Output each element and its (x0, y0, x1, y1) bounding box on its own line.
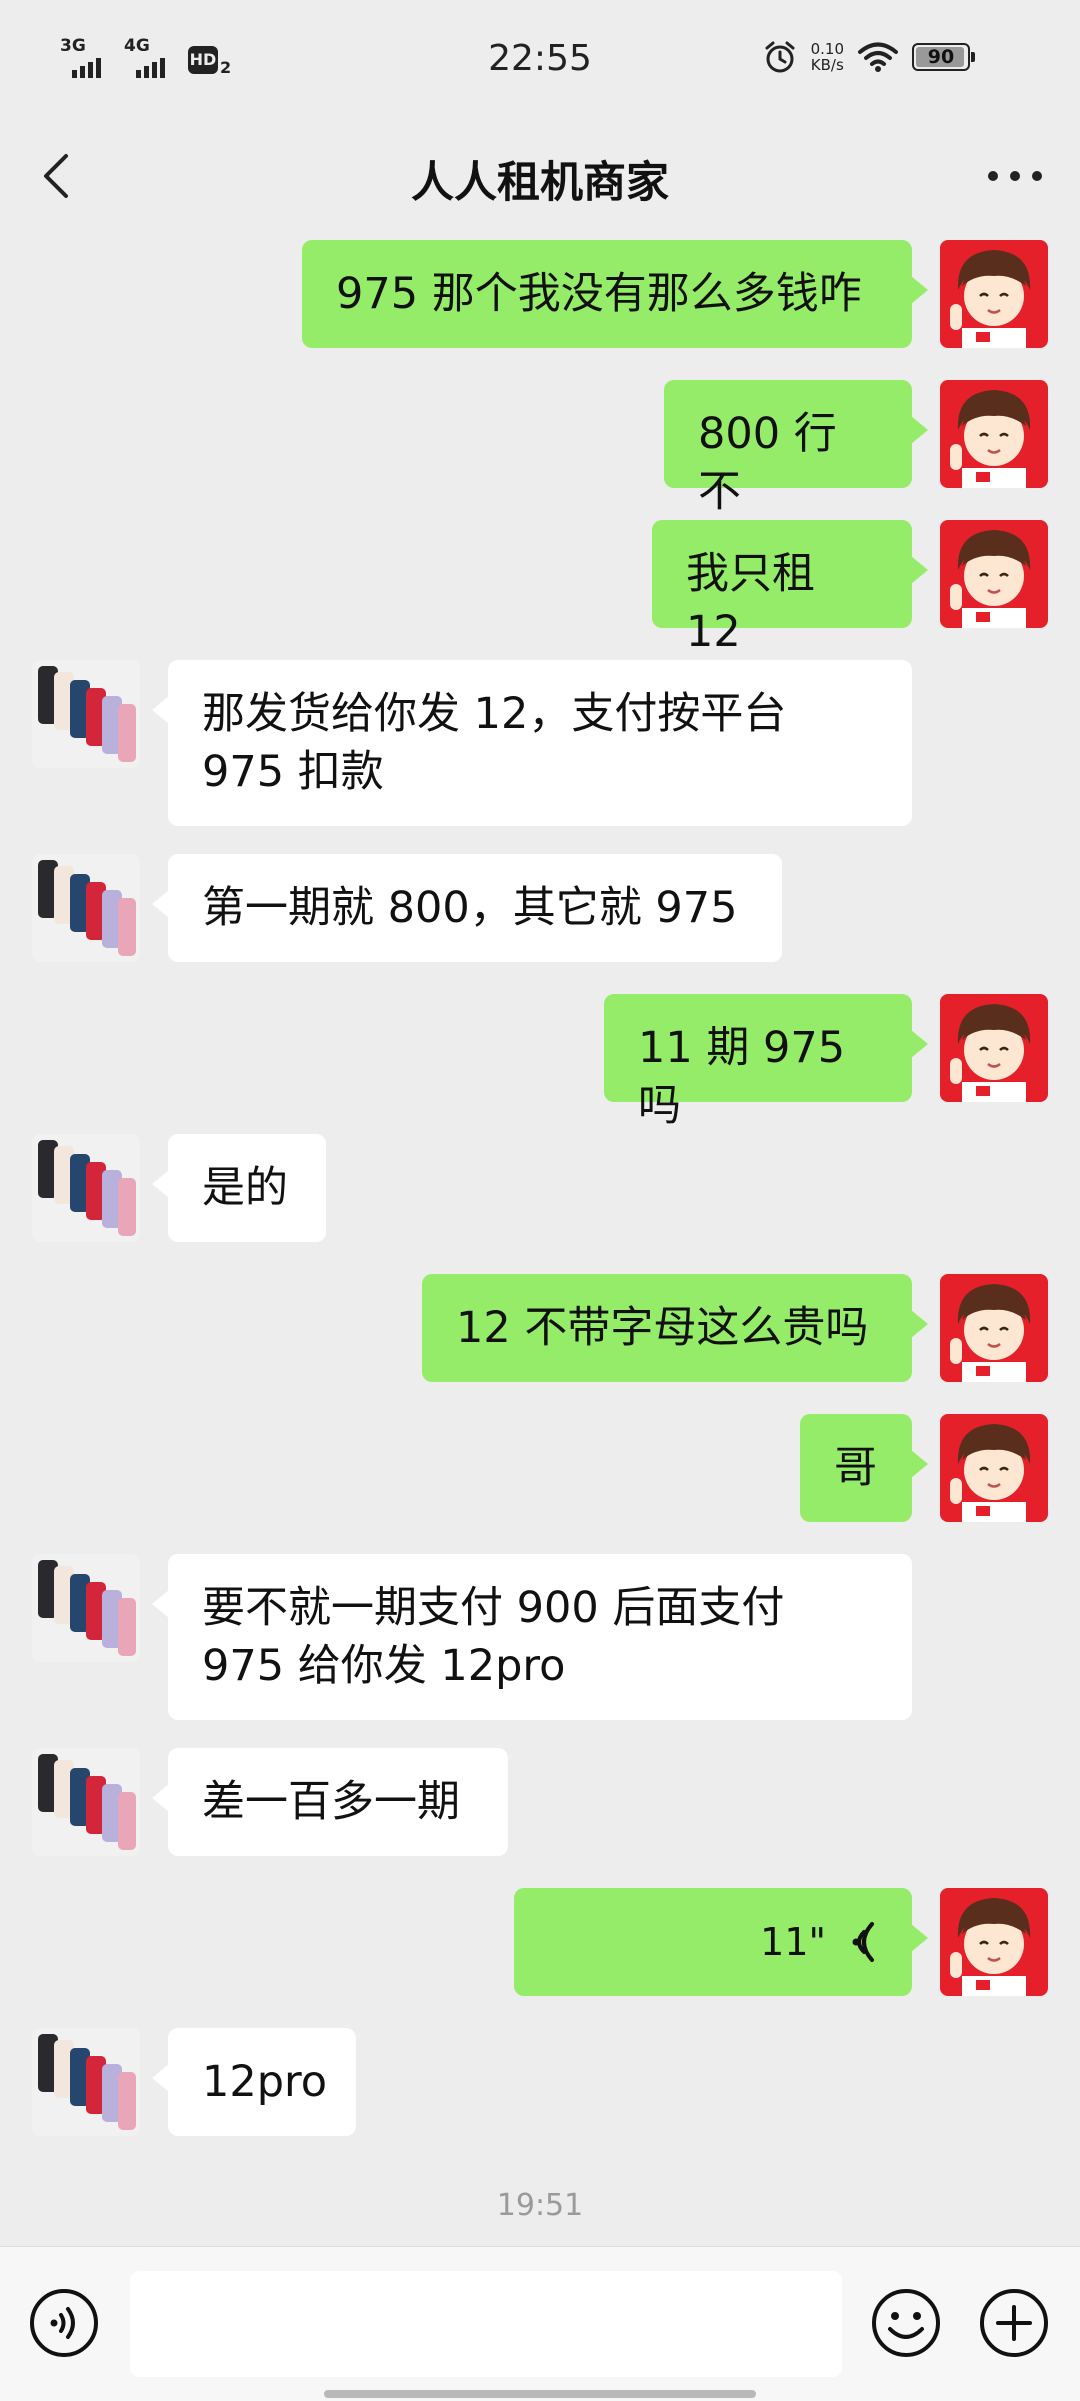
emoji-button[interactable] (870, 2287, 942, 2359)
status-right-group: 0.10 KB/s 90 (763, 40, 975, 74)
time-separator: 19:51 (496, 2188, 584, 2223)
boy-avatar-icon (940, 1274, 1048, 1382)
voice-input-button[interactable] (28, 2287, 100, 2359)
message-bubble[interactable]: 我只租 12 (652, 520, 928, 657)
avatar-merchant[interactable] (32, 2028, 140, 2136)
voice-wave-icon (852, 1922, 874, 1962)
message-bubble[interactable]: 那发货给你发 12，支付按平台 975 扣款 (152, 660, 912, 826)
avatar-self[interactable] (940, 994, 1048, 1102)
avatar-self[interactable] (940, 1274, 1048, 1382)
message-bubble[interactable]: 差一百多一期 (152, 1748, 508, 1856)
message-input[interactable] (130, 2271, 842, 2377)
voice-input-icon (30, 2289, 98, 2357)
message-bubble[interactable]: 975 那个我没有那么多钱咋 (302, 240, 928, 348)
avatar-self[interactable] (940, 1888, 1048, 1996)
battery-level: 90 (927, 46, 955, 68)
avatar-self[interactable] (940, 520, 1048, 628)
message-bubble[interactable]: 第一期就 800，其它就 975 (152, 854, 782, 962)
message-bubble[interactable]: 11 期 975 吗 (604, 994, 928, 1131)
phones-avatar-icon (32, 2028, 140, 2136)
boy-avatar-icon (940, 1888, 1048, 1996)
avatar-self[interactable] (940, 240, 1048, 348)
input-bar (0, 2246, 1080, 2401)
home-indicator[interactable] (324, 2390, 756, 2398)
phones-avatar-icon (32, 854, 140, 962)
message-bubble[interactable]: 800 行不 (664, 380, 928, 517)
plus-icon (980, 2289, 1048, 2357)
net-speed-value: 0.10 (810, 40, 844, 58)
battery-icon: 90 (912, 43, 975, 71)
page-title: 人人租机商家 (411, 158, 669, 208)
chat-header: 人人租机商家 (0, 120, 1080, 232)
boy-avatar-icon (940, 240, 1048, 348)
boy-avatar-icon (940, 994, 1048, 1102)
message-bubble[interactable]: 12pro (152, 2028, 356, 2136)
more-functions-button[interactable] (978, 2287, 1050, 2359)
boy-avatar-icon (940, 380, 1048, 488)
alarm-icon (765, 41, 795, 73)
avatar-merchant[interactable] (32, 1748, 140, 1856)
emoji-icon (872, 2289, 940, 2357)
avatar-self[interactable] (940, 380, 1048, 488)
boy-avatar-icon (940, 520, 1048, 628)
voice-message-bubble[interactable]: 11" (514, 1888, 928, 1996)
phones-avatar-icon (32, 660, 140, 768)
phones-avatar-icon (32, 1554, 140, 1662)
voice-duration: 11" (760, 1920, 826, 1964)
more-button[interactable] (980, 146, 1050, 206)
more-dots-icon (988, 171, 1042, 181)
avatar-self[interactable] (940, 1414, 1048, 1522)
boy-avatar-icon (940, 1414, 1048, 1522)
phones-avatar-icon (32, 1748, 140, 1856)
phones-avatar-icon (32, 1134, 140, 1242)
avatar-merchant[interactable] (32, 1554, 140, 1662)
net-speed: 0.10 KB/s (811, 41, 844, 73)
net-speed-unit: KB/s (810, 56, 844, 74)
message-bubble[interactable]: 要不就一期支付 900 后面支付 975 给你发 12pro (152, 1554, 912, 1720)
wifi-icon (858, 42, 898, 72)
status-bar: 3G 4G HD 2 22:55 0.10 KB/s 90 (0, 0, 1080, 120)
avatar-merchant[interactable] (32, 1134, 140, 1242)
message-bubble[interactable]: 12 不带字母这么贵吗 (422, 1274, 928, 1382)
avatar-merchant[interactable] (32, 854, 140, 962)
message-bubble[interactable]: 哥 (800, 1414, 928, 1522)
message-bubble[interactable]: 是的 (152, 1134, 326, 1242)
avatar-merchant[interactable] (32, 660, 140, 768)
